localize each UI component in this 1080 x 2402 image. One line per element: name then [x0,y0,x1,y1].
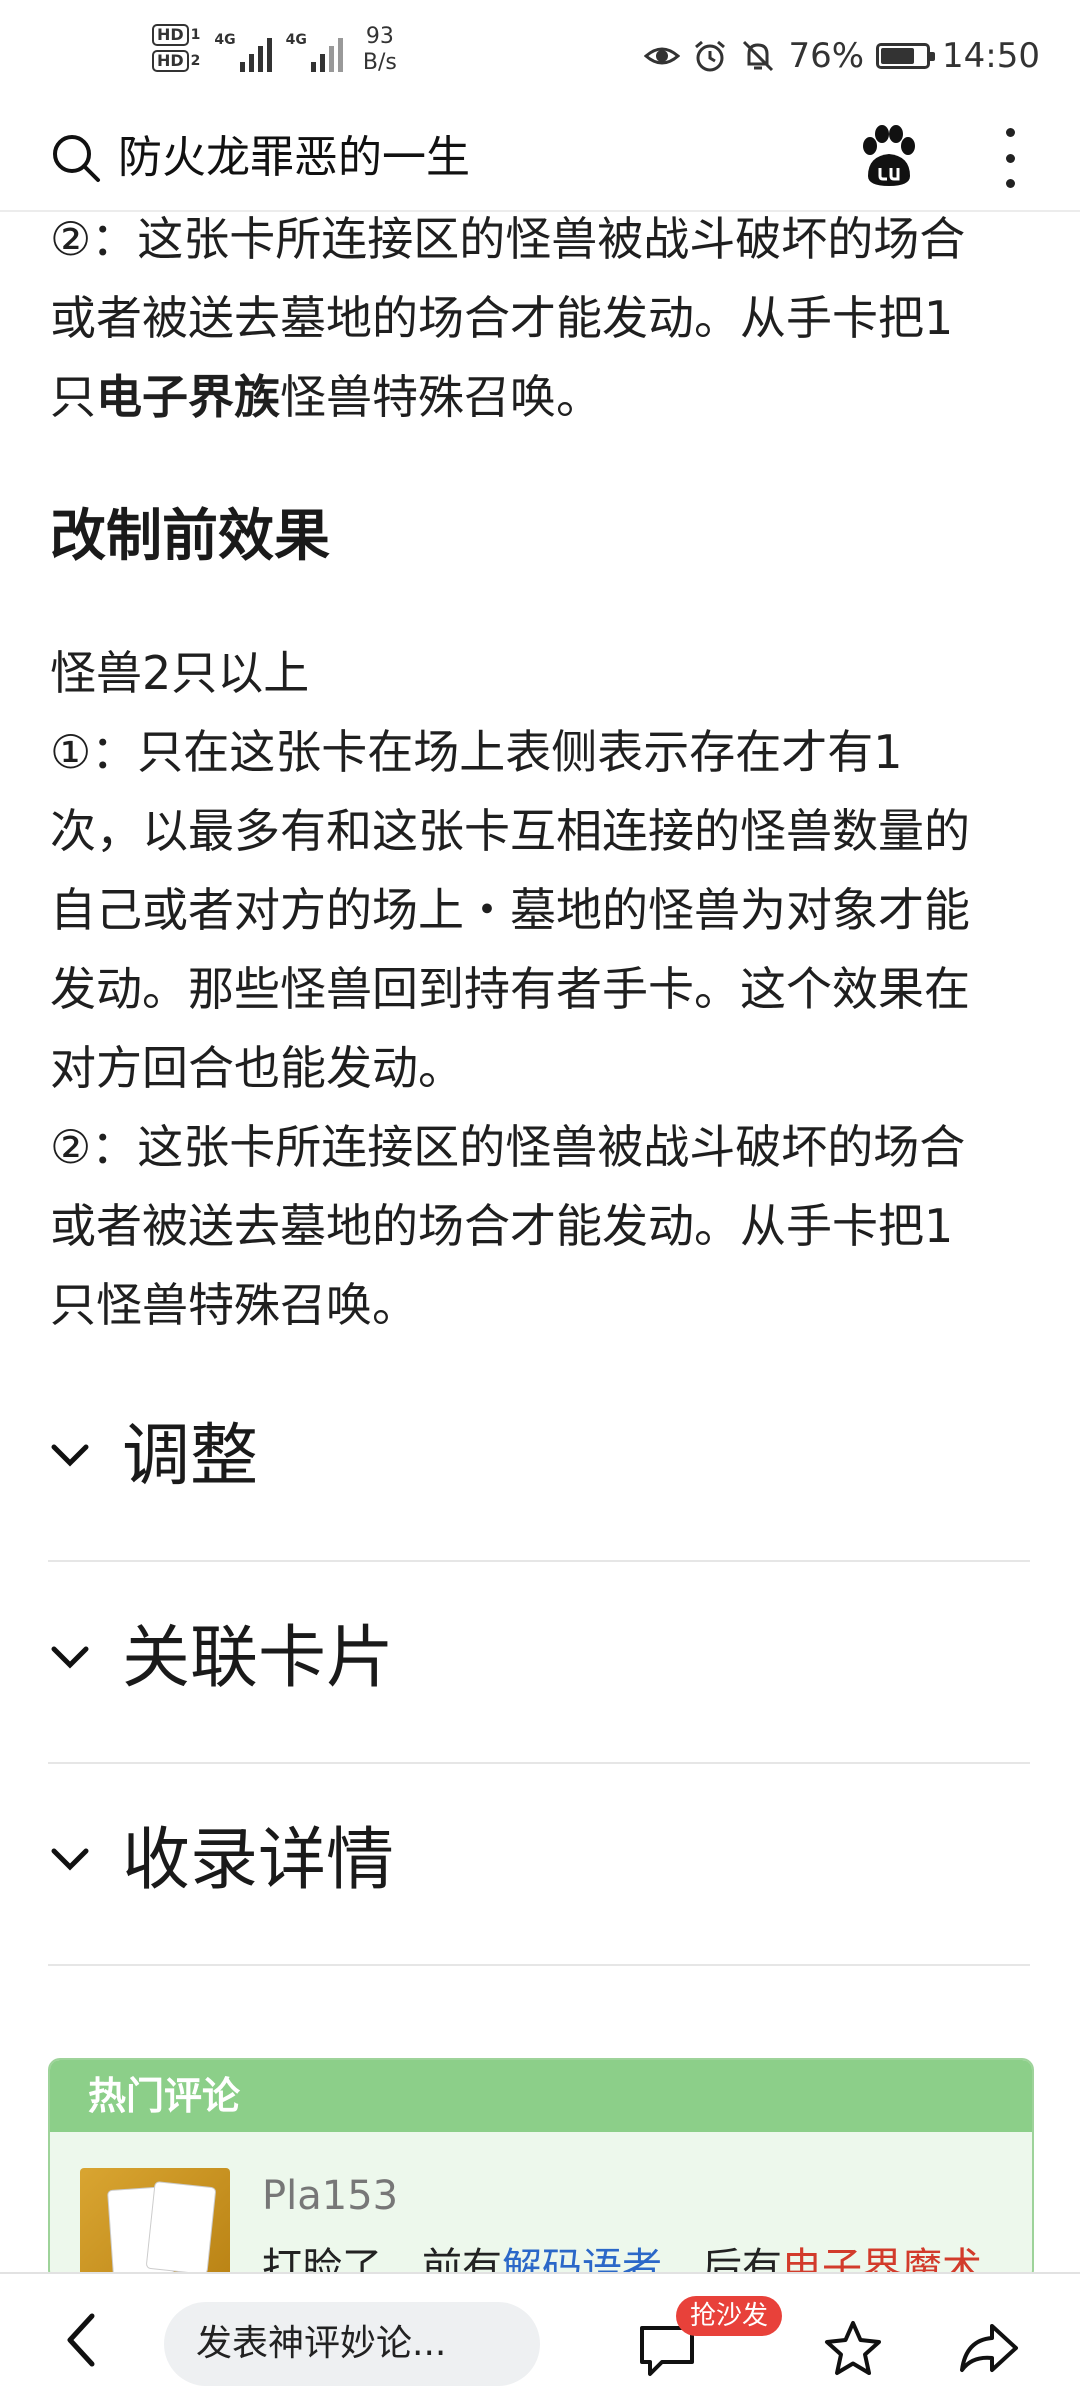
chevron-down-icon [51,1444,89,1467]
network-status: HD 1 HD 2 4G 4G 93 B/s [152,24,397,76]
signal-bars-icon [310,32,343,72]
battery-fill [881,48,915,64]
speed-unit: B/s [362,50,397,75]
eye-icon [644,47,681,65]
hd-label: HD [152,50,189,72]
bell-off-icon [743,40,774,72]
section-title: 改制前效果 [50,504,330,569]
hot-comments: 热门评论 Pla153 打脸了，前有解码语者，后有电子界魔术 [48,2058,1034,2282]
share-icon[interactable] [958,2320,1020,2376]
effect-line: ②：这张卡所连接区的怪兽被战斗破坏的场合 [50,1120,966,1174]
section-label: 关联卡片 [122,1619,395,1698]
section-related-cards[interactable]: 关联卡片 [48,1562,1030,1764]
section-label: 调整 [122,1417,259,1496]
article-current-effect: ②：这张卡所连接区的怪兽被战斗破坏的场合 或者被送去墓地的场合才能发动。从手卡把… [50,200,1030,437]
chevron-down-icon [51,1848,89,1871]
battery-icon [876,43,936,69]
hot-comments-header: 热门评论 [50,2060,1032,2132]
section-release-details[interactable]: 收录详情 [48,1764,1030,1966]
effect-line: 或者被送去墓地的场合才能发动。从手卡把1 [50,1199,954,1253]
sim1-hd-badge: HD 1 [152,24,200,46]
cyberse-keyword: 电子界族 [96,370,280,424]
search-query[interactable]: 防火龙罪恶的一生 [118,130,470,186]
battery-percent: 76% [788,36,865,76]
system-status: 76% 14:50 [644,36,1040,76]
sim-index: 1 [190,27,201,43]
more-vertical-icon[interactable] [1000,128,1020,188]
effect-line: 只怪兽特殊召唤。 [50,1278,418,1332]
comment-input-placeholder: 发表神评妙论... [196,2323,447,2364]
network-type-label: 4G [214,32,236,48]
search-header: 防火龙罪恶的一生 [0,120,1080,212]
signal-2: 4G [286,24,343,72]
article-old-effect: 怪兽2只以上 ①：只在这张卡在场上表侧表示存在才有1 次，以最多有和这张卡互相连… [50,634,1040,1345]
section-adjustment[interactable]: 调整 [48,1360,1030,1562]
effect-line: ①：只在这张卡在场上表侧表示存在才有1 [50,725,903,779]
playing-card-image [145,2181,217,2275]
sim2-hd-badge: HD 2 [152,50,200,72]
speed-value: 93 [365,24,394,49]
effect-line: ②：这张卡所连接区的怪兽被战斗破坏的场合 [50,212,966,266]
sofa-badge[interactable]: 抢沙发 [676,2296,783,2336]
clock: 14:50 [942,36,1040,76]
hd-label: HD [152,24,189,46]
signal-bars-icon [239,32,272,72]
text-span: 怪兽特殊召唤。 [280,370,602,424]
effect-line: 自己或者对方的场上・墓地的怪兽为对象才能 [50,883,970,937]
chevron-down-icon [51,1646,89,1669]
search-icon[interactable] [48,130,104,186]
text-span: 只 [50,370,96,424]
signal-1: 4G [214,24,272,72]
effect-line: 对方回合也能发动。 [50,1041,464,1095]
alarm-icon [695,40,726,72]
avatar[interactable] [80,2168,230,2280]
effect-line: 只电子界族怪兽特殊召唤。 [50,358,1030,437]
back-icon[interactable] [62,2310,102,2370]
star-icon[interactable] [822,2318,884,2378]
hd-indicators: HD 1 HD 2 [152,24,200,72]
baidu-paw-icon[interactable] [858,124,920,190]
sim-index: 2 [190,53,201,69]
effect-line: 次，以最多有和这张卡互相连接的怪兽数量的 [50,804,970,858]
network-type-label: 4G [285,32,307,48]
effect-line: 发动。那些怪兽回到持有者手卡。这个效果在 [50,962,970,1016]
section-label: 收录详情 [122,1821,395,1900]
effect-line: 怪兽2只以上 [50,646,310,700]
comment-username[interactable]: Pla153 [262,2168,398,2224]
bottom-action-bar: 发表神评妙论... 抢沙发 [0,2272,1080,2402]
network-speed: 93 B/s [363,24,397,76]
comment-input[interactable]: 发表神评妙论... [164,2302,540,2386]
status-bar: HD 1 HD 2 4G 4G 93 B/s 76% 14:50 [0,0,1080,120]
effect-line: 或者被送去墓地的场合才能发动。从手卡把1 [50,291,954,345]
